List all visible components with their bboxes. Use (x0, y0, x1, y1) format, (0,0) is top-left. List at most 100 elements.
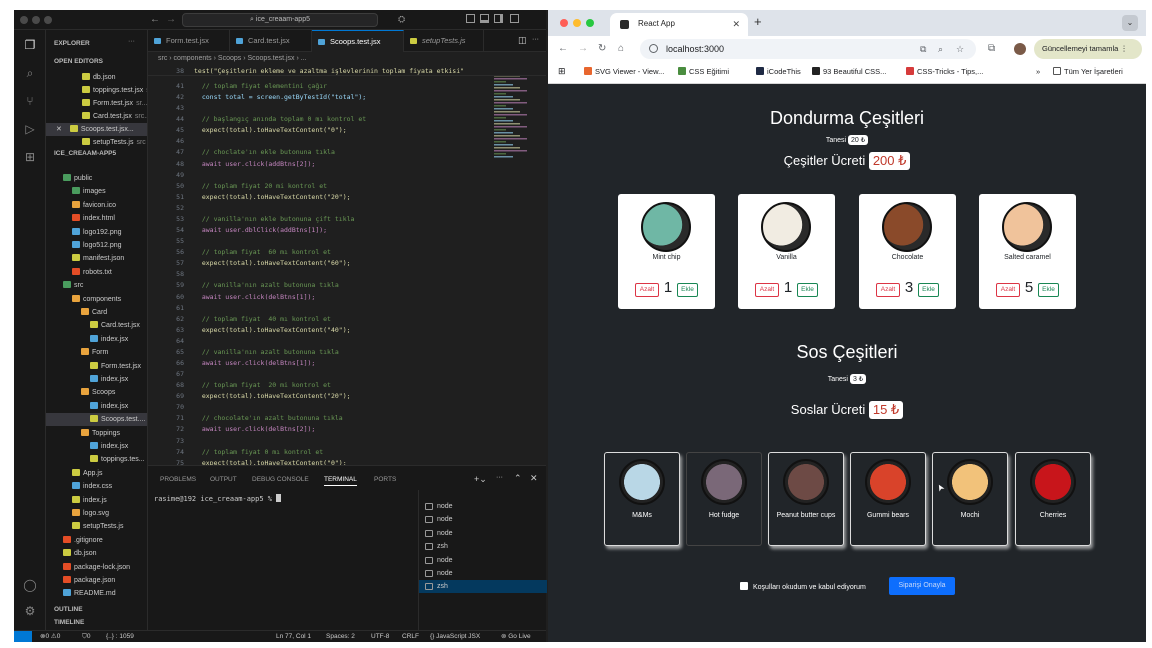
back-arrow-icon[interactable]: ← (558, 43, 568, 54)
decrease-button[interactable]: Azalt (755, 283, 779, 297)
zoom-dot[interactable] (586, 19, 594, 27)
new-terminal-icon[interactable]: +⌄ (474, 474, 487, 485)
project-title[interactable]: ICE_CREAAM-APP5 (54, 150, 116, 157)
go-live-button[interactable]: ⊚ Go Live (501, 631, 531, 642)
terms-checkbox-row[interactable]: Koşulları okudum ve kabul ediyorum (740, 582, 866, 591)
site-info-icon[interactable] (649, 44, 658, 53)
open-editor-item[interactable]: toppings.test.jsxsr... (46, 84, 147, 97)
decrease-button[interactable]: Azalt (635, 283, 659, 297)
file-tree-item[interactable]: logo192.png (46, 226, 147, 239)
topping-card[interactable]: Cherries (1015, 452, 1091, 546)
minimize-dot[interactable] (32, 16, 40, 24)
home-icon[interactable]: ⌂ (618, 43, 624, 54)
file-tree-item[interactable]: README.md (46, 587, 147, 600)
file-tree-item[interactable]: setupTests.js (46, 520, 147, 533)
cursor-position[interactable]: Ln 77, Col 1 (276, 631, 311, 642)
editor-more-icon[interactable]: ··· (532, 36, 539, 43)
forward-arrow-icon[interactable]: → (166, 14, 176, 25)
increase-button[interactable]: Ekle (1038, 283, 1059, 297)
decrease-button[interactable]: Azalt (876, 283, 900, 297)
cast-icon[interactable]: ⧉ (920, 39, 926, 59)
terminal-instance[interactable]: node (419, 554, 547, 567)
zoom-icon[interactable]: ⌕ (938, 39, 943, 59)
language-mode[interactable]: {} JavaScript JSX (430, 631, 480, 642)
file-tree-item[interactable]: Form.test.jsx (46, 360, 147, 373)
panel-tab[interactable]: PORTS (374, 476, 396, 483)
file-tree-item[interactable]: index.jsx (46, 373, 147, 386)
ports-count[interactable]: ⛉0 (82, 631, 91, 642)
file-tree-item[interactable]: package.json (46, 574, 147, 587)
file-tree-item[interactable]: Card.test.jsx (46, 319, 147, 332)
source-control-icon[interactable]: ⑂ (23, 94, 37, 108)
editor-tab[interactable]: Card.test.jsx (230, 30, 312, 52)
maximize-panel-icon[interactable]: ⌃ (514, 473, 522, 484)
toggle-sidebar-icon[interactable] (466, 14, 475, 23)
file-tree-item[interactable]: Scoops.test.... (46, 413, 147, 427)
panel-tab[interactable]: OUTPUT (210, 476, 237, 483)
customize-layout-icon[interactable] (510, 14, 519, 23)
topping-card[interactable]: Gummi bears (850, 452, 926, 546)
topping-card[interactable]: Hot fudge (686, 452, 762, 546)
outline-title[interactable]: OUTLINE (54, 606, 83, 613)
end-of-line[interactable]: CRLF (402, 631, 419, 642)
open-editor-item[interactable]: ✕ Scoops.test.jsx... (46, 123, 147, 136)
open-editors-title[interactable]: OPEN EDITORS (54, 58, 103, 65)
editor-tab[interactable]: Form.test.jsx (148, 30, 230, 52)
back-arrow-icon[interactable]: ← (150, 14, 160, 25)
new-tab-icon[interactable]: + (754, 14, 762, 29)
open-editor-item[interactable]: Card.test.jsxsrc... (46, 110, 147, 123)
search-icon[interactable]: ⌕ (23, 66, 37, 80)
tab-search-icon[interactable]: ⌄ (1122, 15, 1138, 31)
file-tree-item[interactable]: Form (46, 346, 147, 359)
profile-avatar[interactable] (1014, 43, 1026, 55)
bookmark-item[interactable]: CSS Eğitimi (678, 67, 729, 76)
close-dot[interactable] (560, 19, 568, 27)
files-icon[interactable]: ❐ (23, 38, 37, 52)
file-tree-item[interactable]: index.css (46, 480, 147, 493)
topping-card[interactable]: Mochi (932, 452, 1008, 546)
forward-arrow-icon[interactable]: → (578, 43, 588, 54)
zoom-dot[interactable] (44, 16, 52, 24)
command-center-search[interactable]: ⌕ ice_creaam-app5 (182, 13, 378, 27)
reload-icon[interactable]: ↻ (598, 43, 606, 54)
editor-tab[interactable]: Scoops.test.jsx (312, 30, 404, 52)
more-bookmarks[interactable]: » (1036, 67, 1040, 76)
file-tree-item[interactable]: robots.txt (46, 266, 147, 279)
panel-tab[interactable]: TERMINAL (324, 476, 357, 486)
open-editor-item[interactable]: Form.test.jsx sr... (46, 97, 147, 110)
panel-more-icon[interactable]: ··· (496, 474, 503, 481)
toggle-secondary-sidebar-icon[interactable] (494, 14, 503, 23)
toggle-panel-icon[interactable] (480, 14, 489, 23)
file-tree-item[interactable]: public (46, 172, 147, 185)
increase-button[interactable]: Ekle (918, 283, 939, 297)
file-tree-item[interactable]: manifest.json (46, 252, 147, 265)
close-tab-icon[interactable]: ✕ (732, 13, 740, 35)
increase-button[interactable]: Ekle (677, 283, 698, 297)
file-tree-item[interactable]: Card (46, 306, 147, 319)
split-editor-icon[interactable]: ◫ (518, 35, 527, 46)
problems-count[interactable]: ⊗0 ⚠0 (40, 631, 60, 642)
file-tree-item[interactable]: index.js (46, 494, 147, 507)
terminal-instance[interactable]: node (419, 527, 547, 540)
close-dot[interactable] (20, 16, 28, 24)
file-tree-item[interactable]: package-lock.json (46, 561, 147, 574)
encoding[interactable]: UTF-8 (371, 631, 389, 642)
terminal-instance[interactable]: zsh (419, 540, 547, 553)
file-tree-item[interactable]: src (46, 279, 147, 292)
decrease-button[interactable]: Azalt (996, 283, 1020, 297)
minimize-dot[interactable] (573, 19, 581, 27)
breadcrumb[interactable]: src › components › Scoops › Scoops.test.… (148, 52, 546, 65)
terminal-output[interactable]: rasime@192 ice_creaam-app5 % (154, 494, 282, 503)
topping-card[interactable]: Peanut butter cups (768, 452, 844, 546)
terminal-instance[interactable]: zsh (419, 580, 547, 594)
copilot-icon[interactable]: ⛭ (398, 14, 405, 25)
file-tree-item[interactable]: .gitignore (46, 534, 147, 547)
file-tree-item[interactable]: images (46, 185, 147, 198)
code-editor[interactable]: 38 test("Çeşitlerin ekleme ve azaltma iş… (148, 65, 546, 465)
file-tree-item[interactable]: index.jsx (46, 440, 147, 453)
selection-count[interactable]: {..} : 1059 (106, 631, 134, 642)
indentation[interactable]: Spaces: 2 (326, 631, 355, 642)
terminal-instance[interactable]: node (419, 500, 547, 513)
settings-gear-icon[interactable]: ⚙ (23, 604, 37, 618)
address-bar[interactable]: localhost:3000 ⧉ ⌕ ☆ (640, 39, 976, 59)
